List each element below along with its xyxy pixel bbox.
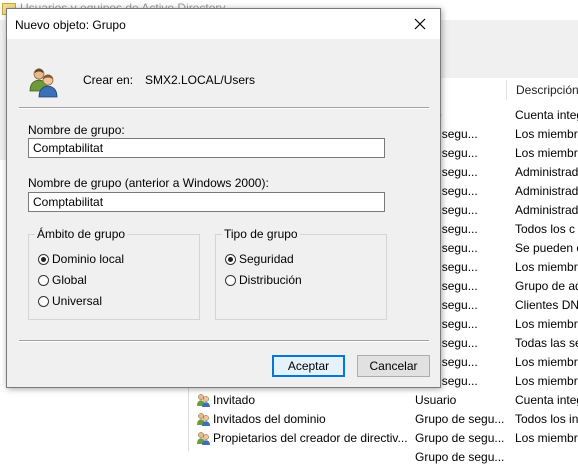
radio-indicator (225, 253, 236, 265)
row-description: Administrad (515, 203, 578, 217)
group-name-pre2000-label: Nombre de grupo (anterior a Windows 2000… (28, 176, 269, 190)
row-name: Invitados del dominio (213, 412, 326, 426)
group-scope-title: Ámbito de grupo (35, 227, 128, 241)
group-type-title: Tipo de grupo (222, 227, 300, 241)
radio-label: Universal (52, 294, 103, 308)
table-row[interactable]: Invitados del dominio Grupo de segu... Tod… (190, 410, 578, 429)
background-toolbar (440, 20, 578, 79)
cancel-button[interactable]: Cancelar (357, 355, 430, 377)
row-description: Todas las se (515, 336, 578, 350)
row-description: Administrad (515, 165, 578, 179)
group-name-pre2000-input[interactable]: Comptabilitat (28, 192, 385, 212)
row-description: Cuenta integrada (515, 108, 578, 122)
row-description: Administrad (515, 184, 578, 198)
row-description: Los miembros (515, 355, 578, 369)
close-icon (414, 18, 426, 30)
close-button[interactable] (400, 9, 440, 39)
row-name: Invitado (213, 393, 256, 407)
radio-indicator (38, 295, 49, 307)
radio-label: Distribución (239, 273, 302, 287)
row-description: Todos los c (515, 222, 576, 236)
dialog-titlebar[interactable]: Nuevo objeto: Grupo (7, 9, 440, 39)
ok-button[interactable]: Aceptar (272, 355, 345, 377)
user-icon (197, 432, 210, 445)
scope-universal-radio[interactable]: Universal (38, 294, 102, 308)
scope-global-radio[interactable]: Global (38, 273, 87, 287)
radio-label: Global (52, 273, 87, 287)
row-description: Grupo de ad (515, 279, 578, 293)
table-row[interactable]: Invitado Usuario Cuenta integ (190, 391, 578, 410)
radio-label: Dominio local (52, 252, 125, 266)
radio-indicator (38, 274, 49, 286)
group-icon (29, 68, 58, 98)
user-icon (197, 413, 210, 426)
scope-domain-local-radio[interactable]: Dominio local (38, 252, 124, 266)
row-description: Clientes DN (515, 298, 578, 312)
user-icon (197, 394, 210, 407)
create-in-label: Crear en: (83, 73, 134, 87)
separator (19, 340, 429, 342)
group-scope-box: Ámbito de grupo Dominio local Global Uni… (28, 227, 200, 320)
row-description: Los miembros (515, 374, 578, 388)
type-security-radio[interactable]: Seguridad (225, 252, 294, 266)
table-row[interactable]: Propietarios del creador de directiv... G… (190, 429, 578, 448)
row-name: Propietarios del creador de directiv... (213, 431, 408, 445)
row-type: Usuario (415, 393, 457, 407)
radio-indicator (225, 274, 236, 286)
create-in-value: SMX2.LOCAL/Users (145, 73, 256, 87)
group-type-box: Tipo de grupo Seguridad Distribución (215, 227, 387, 320)
dialog-title: Nuevo objeto: Grupo (15, 18, 126, 32)
row-description: Los miembros (515, 317, 578, 331)
type-distribution-radio[interactable]: Distribución (225, 273, 302, 287)
column-header-description[interactable]: Descripción (515, 80, 578, 100)
row-type: Grupo de segu... (415, 431, 505, 445)
group-name-label: Nombre de grupo: (28, 123, 125, 137)
row-type: Grupo de segu... (415, 412, 505, 426)
row-description: Los miembros (515, 146, 578, 160)
background-tree-pane (0, 388, 189, 451)
row-description: Todos los inv (515, 412, 578, 426)
new-group-dialog: Nuevo objeto: Grupo Crear en: SMX2.LOCAL… (6, 8, 441, 388)
row-description: Se pueden c (515, 241, 578, 255)
radio-label: Seguridad (239, 252, 294, 266)
separator (19, 107, 429, 109)
group-name-input[interactable]: Comptabilitat (28, 138, 385, 158)
row-description: Los miembros (515, 431, 578, 445)
radio-indicator (38, 253, 49, 265)
row-description: Los miembros (515, 127, 578, 141)
row-description: Los miembros (515, 260, 578, 274)
row-description: Cuenta integ (515, 393, 578, 407)
